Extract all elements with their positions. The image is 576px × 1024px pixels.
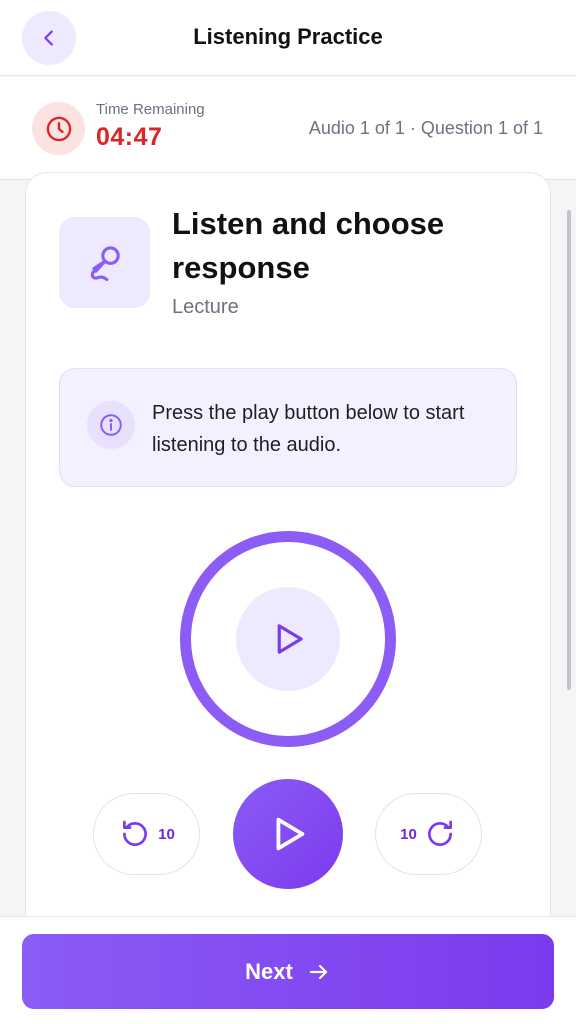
clock-icon — [46, 116, 71, 141]
scrollbar[interactable] — [567, 210, 571, 690]
task-type: Lecture — [172, 296, 239, 318]
ring-play-button[interactable] — [236, 587, 340, 691]
rewind-10-button[interactable]: 10 — [93, 793, 200, 875]
next-button[interactable]: Next — [22, 934, 554, 1009]
top-app-bar: Listening Practice — [0, 0, 576, 76]
timer-bar: Time Remaining 04:47 Audio 1 of 1 · Ques… — [0, 77, 576, 180]
arrow-right-icon — [309, 964, 327, 979]
rewind-seconds-label: 10 — [158, 825, 175, 843]
forward-10-button[interactable]: 10 — [375, 793, 482, 875]
microphone-icon — [90, 245, 120, 281]
play-icon — [276, 817, 305, 851]
time-remaining-value: 04:47 — [96, 123, 163, 151]
task-title: Listen and choose response — [172, 206, 445, 285]
page-title: Listening Practice — [193, 24, 383, 49]
forward-seconds-label: 10 — [400, 825, 417, 843]
play-icon — [277, 624, 303, 654]
next-button-label: Next — [245, 958, 293, 984]
task-icon-box — [59, 217, 150, 308]
forward-icon — [427, 820, 452, 846]
time-remaining-label: Time Remaining — [96, 101, 205, 118]
rewind-icon — [123, 820, 148, 846]
info-icon-badge — [87, 401, 135, 449]
instruction-box: Press the play button below to start lis… — [59, 368, 517, 487]
instruction-text: Press the play button below to start lis… — [152, 402, 465, 456]
bottom-bar: Next — [0, 916, 576, 1024]
clock-badge — [32, 102, 85, 155]
play-button[interactable] — [233, 779, 343, 889]
question-progress: Audio 1 of 1 · Question 1 of 1 — [308, 118, 543, 138]
info-icon — [100, 414, 122, 436]
